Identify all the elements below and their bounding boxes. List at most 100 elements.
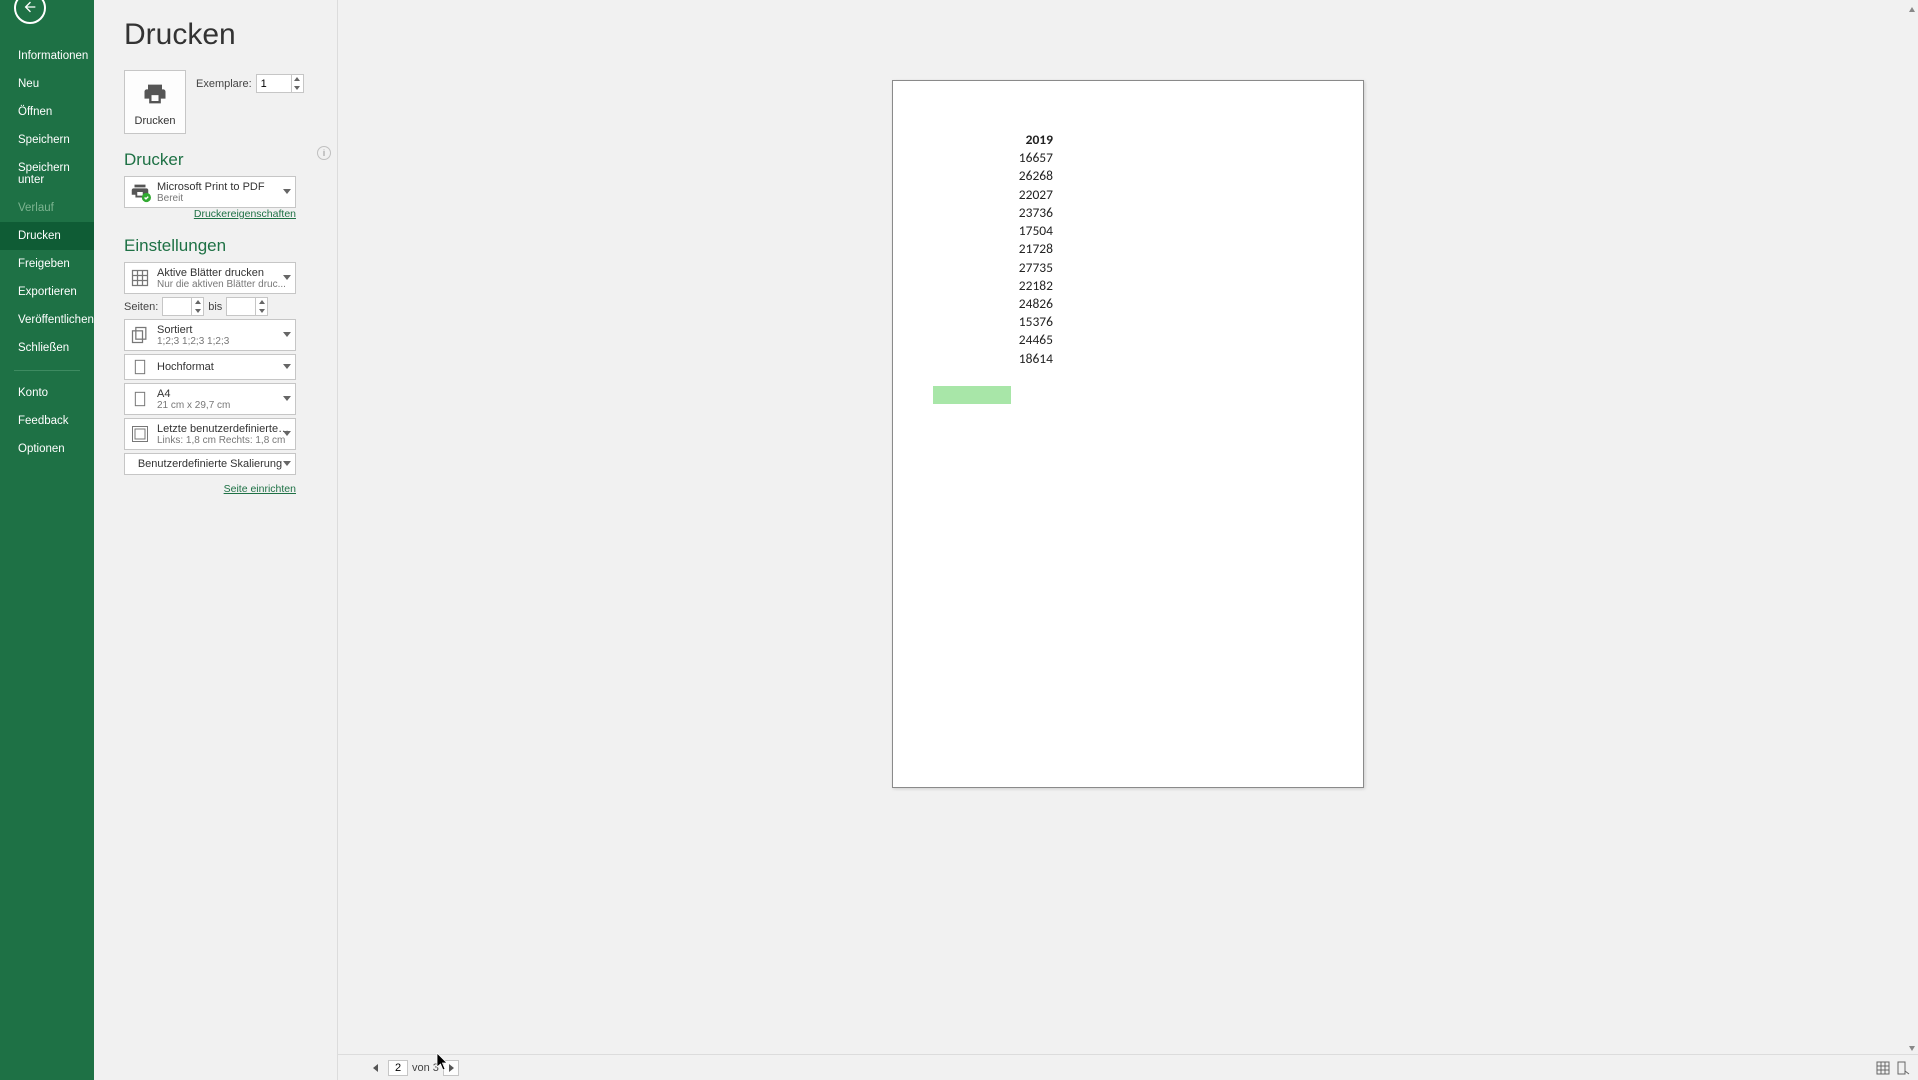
sidebar-label: Speichern <box>18 134 70 146</box>
preview-data-cell: 27735 <box>943 259 1053 277</box>
sidebar-label: Veröffentlichen <box>18 314 94 326</box>
back-button[interactable] <box>14 0 46 24</box>
print-button[interactable]: Drucken <box>124 70 186 134</box>
chevron-down-icon <box>283 272 291 284</box>
preview-data-cell: 21728 <box>943 240 1053 258</box>
current-page-input[interactable] <box>388 1060 408 1076</box>
portrait-icon <box>129 356 151 378</box>
paper-size-select[interactable]: A4 21 cm x 29,7 cm <box>124 383 296 415</box>
sidebar-item-feedback[interactable]: Feedback <box>0 407 94 435</box>
margins-sub: Links: 1,8 cm Rechts: 1,8 cm <box>157 435 291 446</box>
sidebar-item-print[interactable]: Drucken <box>0 222 94 250</box>
sidebar-label: Speichern unter <box>18 162 70 186</box>
arrow-left-icon <box>22 0 38 18</box>
scaling-select[interactable]: Benutzerdefinierte Skalierung <box>124 453 296 475</box>
pages-to-spinbox[interactable] <box>226 297 268 316</box>
chevron-down-icon <box>283 458 291 470</box>
printer-status: Bereit <box>157 193 291 204</box>
pages-to-label: bis <box>208 301 222 313</box>
preview-data-cell: 16657 <box>943 149 1053 167</box>
sidebar-label: Informationen <box>18 50 88 62</box>
orientation-title: Hochformat <box>157 361 291 373</box>
sidebar-label: Drucken <box>18 230 61 242</box>
sidebar-label: Schließen <box>18 342 69 354</box>
copies-spin-up[interactable] <box>292 75 303 84</box>
collation-title: Sortiert <box>157 324 291 336</box>
sidebar-label: Freigeben <box>18 258 70 270</box>
print-what-select[interactable]: Aktive Blätter drucken Nur die aktiven B… <box>124 262 296 294</box>
sidebar-item-saveas[interactable]: Speichern unter <box>0 154 94 194</box>
preview-scrollbar[interactable] <box>1906 0 1918 1054</box>
preview-data-cell: 26268 <box>943 167 1053 185</box>
print-settings-panel: Drucken Drucken Exemplare: <box>94 0 338 1080</box>
sidebar-item-publish[interactable]: Veröffentlichen <box>0 306 94 334</box>
pages-from-up[interactable] <box>192 298 203 307</box>
preview-data-cell: 17504 <box>943 222 1053 240</box>
printer-section-header: Drucker i <box>124 150 337 170</box>
preview-data-cell: 22182 <box>943 277 1053 295</box>
sidebar-item-share[interactable]: Freigeben <box>0 250 94 278</box>
print-preview-pane: 2019166572626822027237361750421728277352… <box>338 0 1918 1080</box>
sidebar-item-export[interactable]: Exportieren <box>0 278 94 306</box>
preview-data-cell: 15376 <box>943 313 1053 331</box>
sidebar-item-options[interactable]: Optionen <box>0 435 94 463</box>
page-preview: 2019166572626822027237361750421728277352… <box>892 80 1364 788</box>
pages-from-spinbox[interactable] <box>162 297 204 316</box>
settings-section-header: Einstellungen <box>124 236 337 256</box>
pages-to-input[interactable] <box>227 301 257 313</box>
pages-to-down[interactable] <box>256 307 267 316</box>
copies-label: Exemplare: <box>196 78 252 90</box>
scroll-up-button[interactable] <box>1906 4 1918 16</box>
chevron-down-icon <box>283 186 291 198</box>
page-setup-link[interactable]: Seite einrichten <box>124 483 296 495</box>
print-what-title: Aktive Blätter drucken <box>157 267 291 279</box>
printer-icon <box>138 80 172 115</box>
printer-name: Microsoft Print to PDF <box>157 181 291 193</box>
sidebar-label: Konto <box>18 387 48 399</box>
next-page-button[interactable] <box>443 1060 459 1076</box>
sidebar-item-close[interactable]: Schließen <box>0 334 94 362</box>
copies-spinbox[interactable] <box>256 74 304 93</box>
copies-spin-down[interactable] <box>292 84 303 93</box>
sidebar-item-new[interactable]: Neu <box>0 70 94 98</box>
print-button-label: Drucken <box>135 115 176 127</box>
pages-to-up[interactable] <box>256 298 267 307</box>
sidebar-label: Öffnen <box>18 106 52 118</box>
copies-input[interactable] <box>257 78 287 90</box>
printer-select[interactable]: Microsoft Print to PDF Bereit <box>124 176 296 208</box>
section-header-text: Drucker <box>124 150 184 169</box>
chevron-down-icon <box>283 329 291 341</box>
main-area: Drucken Drucken Exemplare: <box>94 0 1918 1080</box>
margins-select[interactable]: Letzte benutzerdefinierte Sei... Links: … <box>124 418 296 450</box>
zoom-to-page-button[interactable] <box>1894 1059 1912 1077</box>
sidebar-item-history: Verlauf <box>0 194 94 222</box>
pages-from-down[interactable] <box>192 307 203 316</box>
sidebar-item-account[interactable]: Konto <box>0 379 94 407</box>
chevron-down-icon <box>283 361 291 373</box>
print-what-sub: Nur die aktiven Blätter druc... <box>157 279 291 290</box>
prev-page-button[interactable] <box>368 1060 384 1076</box>
sidebar-label: Exportieren <box>18 286 77 298</box>
preview-data-cell: 23736 <box>943 204 1053 222</box>
sidebar-label: Neu <box>18 78 39 90</box>
pages-from-input[interactable] <box>163 301 193 313</box>
sidebar-item-open[interactable]: Öffnen <box>0 98 94 126</box>
paper-sub: 21 cm x 29,7 cm <box>157 400 291 411</box>
info-icon[interactable]: i <box>317 146 331 160</box>
pages-label: Seiten: <box>124 301 158 313</box>
chevron-down-icon <box>283 393 291 405</box>
preview-data-cell: 24826 <box>943 295 1053 313</box>
sidebar-item-info[interactable]: Informationen <box>0 42 94 70</box>
preview-data-column: 2019166572626822027237361750421728277352… <box>943 131 1053 368</box>
preview-data-cell: 22027 <box>943 186 1053 204</box>
scroll-down-button[interactable] <box>1906 1042 1918 1054</box>
show-margins-button[interactable] <box>1874 1059 1892 1077</box>
sidebar-label: Verlauf <box>18 202 54 214</box>
collation-select[interactable]: Sortiert 1;2;3 1;2;3 1;2;3 <box>124 319 296 351</box>
preview-header-cell: 2019 <box>943 131 1053 149</box>
sidebar-item-save[interactable]: Speichern <box>0 126 94 154</box>
printer-properties-link[interactable]: Druckereigenschaften <box>124 208 296 220</box>
page-title: Drucken <box>124 18 337 52</box>
chevron-down-icon <box>283 428 291 440</box>
orientation-select[interactable]: Hochformat <box>124 354 296 380</box>
